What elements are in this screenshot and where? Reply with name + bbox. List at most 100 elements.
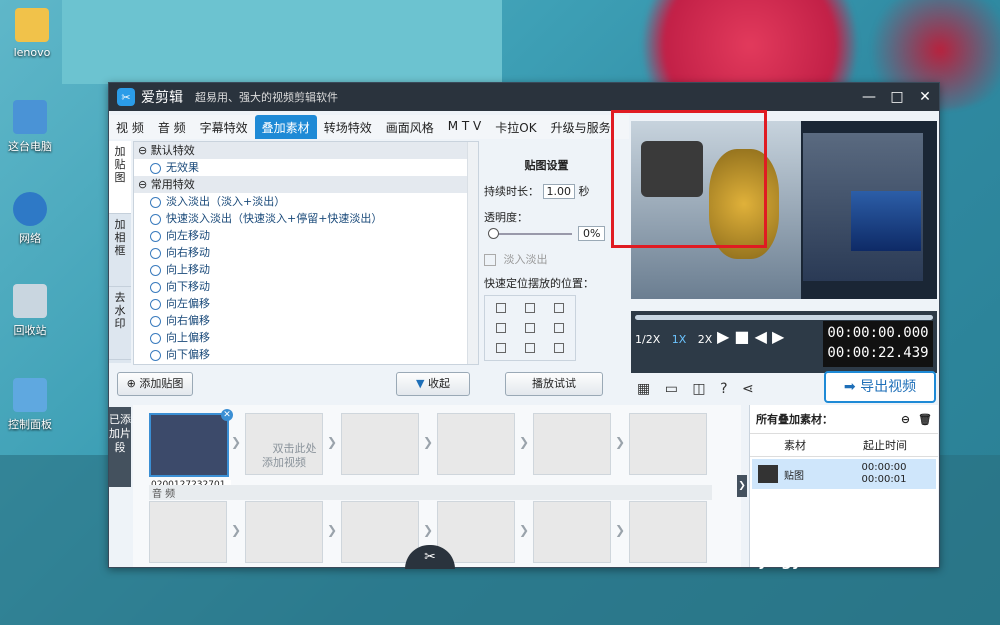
effect-item[interactable]: 向右移动 — [134, 244, 478, 261]
position-checkbox[interactable] — [496, 303, 507, 313]
tab-overlay[interactable]: 叠加素材 — [254, 115, 317, 139]
collapse-icon: ⊖ — [138, 178, 151, 191]
audio-slot[interactable] — [533, 501, 611, 563]
effect-item[interactable]: 向上移动 — [134, 261, 478, 278]
effect-item[interactable]: 无效果 — [134, 159, 478, 176]
preview-try-button[interactable]: 播放试试 — [505, 372, 603, 396]
position-checkbox[interactable] — [524, 343, 535, 353]
tab-upgrade[interactable]: 升级与服务 — [544, 115, 618, 139]
audio-slot[interactable] — [341, 501, 419, 563]
audio-slot[interactable] — [149, 501, 227, 563]
speed-half[interactable]: 1/2X — [635, 333, 660, 346]
speed-normal[interactable]: 1X — [672, 333, 687, 346]
radio-icon — [150, 264, 161, 276]
new-icon[interactable]: ▦ — [637, 381, 650, 397]
effects-scrollbar[interactable] — [467, 142, 478, 364]
tab-karaoke[interactable]: 卡拉OK — [488, 115, 543, 139]
opacity-slider-thumb[interactable] — [488, 228, 499, 239]
stop-icon[interactable]: ■ — [734, 327, 749, 346]
effect-item[interactable]: 向左偏移 — [134, 295, 478, 312]
video-clip[interactable]: ✕ 0200127232701 — [149, 409, 233, 490]
position-checkbox[interactable] — [553, 303, 564, 313]
added-clips-tab[interactable]: 已添加片段 — [109, 407, 131, 487]
empty-slot[interactable] — [533, 413, 611, 475]
app-slogan: 超易用、强大的视频剪辑软件 — [195, 91, 338, 104]
position-checkbox[interactable] — [553, 323, 564, 333]
tab-subtitle[interactable]: 字幕特效 — [193, 115, 255, 139]
desktop-icon-label: 网络 — [19, 232, 41, 245]
position-checkbox[interactable] — [524, 303, 535, 313]
tab-audio[interactable]: 音 频 — [151, 115, 193, 139]
back-icon[interactable]: ⊖ — [901, 413, 910, 426]
effect-item[interactable]: 向下移动 — [134, 278, 478, 295]
add-video-slot[interactable]: 双击此处 添加视频 — [245, 413, 323, 475]
effect-group-common[interactable]: ⊖ 常用特效 — [134, 176, 478, 193]
effect-group-default[interactable]: ⊖ 默认特效 — [134, 142, 478, 159]
file-toolbar: ▦ ▭ ◫ ? ⋖ — [637, 381, 754, 397]
position-checkbox[interactable] — [524, 323, 535, 333]
desktop-icon-lenovo[interactable]: lenovo — [2, 8, 62, 59]
duration-input[interactable]: 1.00 — [542, 184, 575, 199]
close-button[interactable]: ✕ — [911, 89, 939, 105]
opacity-value[interactable]: 0% — [578, 226, 606, 241]
expand-panel-arrow[interactable]: ❯ — [737, 475, 747, 497]
collapse-button[interactable]: ▼ 收起 — [396, 372, 470, 396]
export-video-button[interactable]: ➡ 导出视频 — [824, 371, 936, 403]
desktop-icon-this-pc[interactable]: 这台电脑 — [0, 100, 60, 154]
desktop-icon-recycle-bin[interactable]: 回收站 — [0, 284, 60, 338]
desktop-icon-label: 这台电脑 — [8, 140, 52, 153]
empty-slot[interactable] — [437, 413, 515, 475]
opacity-slider[interactable] — [492, 233, 572, 235]
app-logo-icon: ✂ — [117, 88, 135, 106]
tab-style[interactable]: 画面风格 — [379, 115, 441, 139]
arrow-icon: ❯ — [423, 435, 434, 449]
speed-double[interactable]: 2X — [698, 333, 713, 346]
open-folder-icon[interactable]: ▭ — [665, 381, 678, 397]
effect-label: 淡入淡出（淡入+淡出） — [166, 195, 286, 208]
empty-slot[interactable] — [341, 413, 419, 475]
fade-checkbox[interactable] — [484, 254, 496, 266]
side-tab-sticker[interactable]: 加贴图 — [109, 141, 131, 214]
share-icon[interactable]: ⋖ — [742, 381, 754, 397]
minimize-button[interactable]: — — [855, 89, 883, 105]
help-icon[interactable]: ? — [720, 381, 727, 397]
effect-item[interactable]: 向下偏移 — [134, 346, 478, 363]
next-icon[interactable]: ▶ — [772, 327, 784, 346]
trash-icon[interactable]: 🗑 — [918, 413, 932, 426]
effect-item[interactable]: 向上偏移 — [134, 329, 478, 346]
overlay-row[interactable]: 贴图 00:00:00 00:00:01 — [752, 459, 936, 489]
audio-label: 音 频 — [149, 485, 712, 500]
arrow-icon: ❯ — [327, 435, 338, 449]
tab-video[interactable]: 视 频 — [109, 115, 151, 139]
effect-item[interactable]: 向左移动 — [134, 227, 478, 244]
audio-slot[interactable] — [629, 501, 707, 563]
audio-slot[interactable] — [245, 501, 323, 563]
desktop-icon-control-panel[interactable]: 控制面板 — [0, 378, 60, 432]
network-globe-icon — [13, 192, 47, 226]
maximize-button[interactable]: □ — [883, 89, 911, 105]
side-tab-frame[interactable]: 加相框 — [109, 214, 131, 287]
prev-icon[interactable]: ◀ — [755, 327, 767, 346]
progress-bar[interactable] — [635, 315, 933, 320]
desktop-icon-network[interactable]: 网络 — [0, 192, 60, 246]
clip-close-icon[interactable]: ✕ — [221, 409, 233, 421]
position-checkbox[interactable] — [496, 323, 507, 333]
add-sticker-button[interactable]: ⊕ 添加贴图 — [117, 372, 193, 396]
effect-item[interactable]: 快速淡入淡出（快速淡入+停留+快速淡出） — [134, 210, 478, 227]
play-icon[interactable]: ▶ — [717, 327, 729, 346]
baidu-watermark: Baidu 经验 jingyan.baidu.com — [760, 515, 916, 570]
save-icon[interactable]: ◫ — [692, 381, 705, 397]
position-checkbox[interactable] — [496, 343, 507, 353]
radio-icon — [150, 298, 161, 310]
fade-checkbox-row[interactable]: 淡入淡出 — [484, 251, 609, 267]
tab-transition[interactable]: 转场特效 — [317, 115, 379, 139]
side-tab-watermark[interactable]: 去水印 — [109, 287, 131, 360]
position-checkbox[interactable] — [553, 343, 564, 353]
empty-slot[interactable] — [629, 413, 707, 475]
radio-icon — [150, 281, 161, 293]
tab-mtv[interactable]: M T V — [441, 115, 489, 139]
effect-item[interactable]: 淡入淡出（淡入+淡出） — [134, 193, 478, 210]
effect-label: 向下移动 — [166, 280, 210, 293]
effect-item[interactable]: 向右偏移 — [134, 312, 478, 329]
collapse-label: 收起 — [427, 377, 450, 390]
